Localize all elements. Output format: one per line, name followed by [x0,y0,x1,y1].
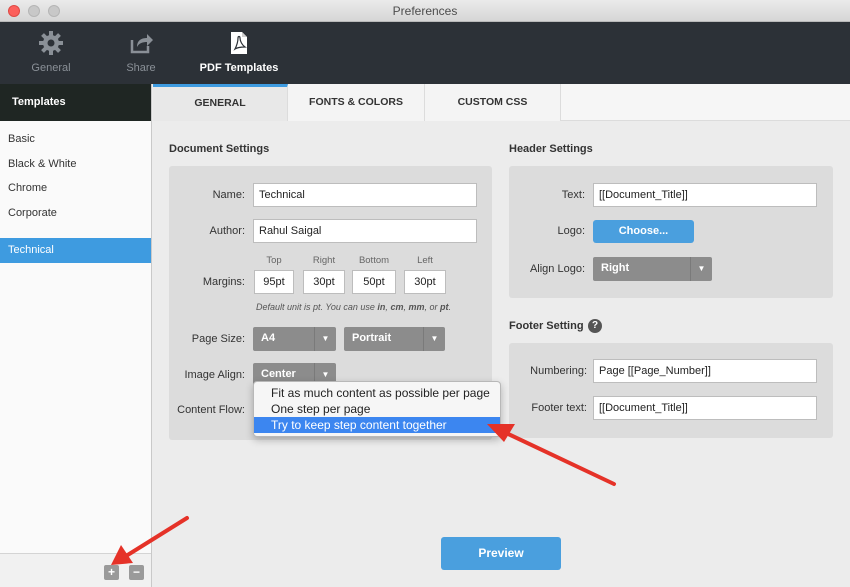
toolbar-share-label: Share [126,62,156,74]
sidebar-footer: + − [0,553,151,587]
content-flow-label: Content Flow: [177,404,245,416]
margin-bottom-field[interactable]: 50pt [352,270,396,294]
orientation-select[interactable]: Portrait ▼ [344,327,445,351]
orientation-value: Portrait [352,332,392,344]
page-size-select[interactable]: A4 ▼ [253,327,336,351]
chevron-down-icon: ▼ [423,327,445,351]
margin-right-field[interactable]: 30pt [303,270,345,294]
content-flow-option-keep-together[interactable]: Try to keep step content together [254,417,500,433]
content-flow-option-one-step[interactable]: One step per page [254,401,500,417]
templates-list: Basic Black & White Chrome Corporate Tec… [0,121,151,263]
margin-right-label: Right [312,255,336,266]
help-icon[interactable]: ? [588,319,602,333]
share-icon [96,30,186,56]
align-logo-value: Right [601,262,630,274]
sidebar-item-basic[interactable]: Basic [0,127,151,152]
preview-button[interactable]: Preview [441,537,561,570]
tab-general[interactable]: GENERAL [153,84,288,121]
content-flow-dropdown: Fit as much content as possible per page… [253,381,501,437]
toolbar-pdf-templates-label: PDF Templates [199,62,279,74]
sidebar-item-black-white[interactable]: Black & White [0,152,151,177]
preferences-toolbar: General Share PDF Templates [0,22,850,84]
toolbar-share[interactable]: Share [96,30,186,74]
align-logo-label: Align Logo: [529,263,585,275]
margin-bottom-label: Bottom [358,255,390,266]
image-align-value: Center [261,368,296,380]
footer-text-label: Footer text: [531,402,587,414]
document-settings-title: Document Settings [169,143,270,155]
templates-sidebar: Templates Basic Black & White Chrome Cor… [0,84,152,587]
footer-settings-panel [509,343,833,438]
name-label: Name: [212,189,245,201]
align-logo-select[interactable]: Right ▼ [593,257,712,281]
sidebar-item-corporate[interactable]: Corporate [0,201,151,226]
footer-text-field[interactable]: [[Document_Title]] [593,396,817,420]
margin-left-label: Left [417,255,433,266]
margin-top-field[interactable]: 95pt [254,270,294,294]
choose-logo-button[interactable]: Choose... [593,220,694,243]
add-template-button[interactable]: + [104,565,119,580]
margin-top-label: Top [266,255,282,266]
title-bar: Preferences [0,0,850,22]
name-field[interactable]: Technical [253,183,477,207]
toolbar-pdf-templates[interactable]: PDF Templates [194,30,284,74]
numbering-field[interactable]: Page [[Page_Number]] [593,359,817,383]
settings-tabs: GENERAL FONTS & COLORS CUSTOM CSS [153,84,850,121]
header-text-label: Text: [561,189,585,201]
pdf-icon [194,30,284,56]
chevron-down-icon: ▼ [690,257,712,281]
margins-hint: Default unit is pt. You can use in, cm, … [256,302,452,312]
gear-icon [6,30,96,56]
footer-setting-title: Footer Setting [509,320,584,332]
chevron-down-icon: ▼ [314,327,336,351]
page-size-value: A4 [261,332,276,344]
sidebar-item-technical[interactable]: Technical [0,238,151,263]
image-align-label: Image Align: [184,369,245,381]
tab-custom-css[interactable]: CUSTOM CSS [425,84,561,121]
sidebar-header: Templates [0,84,151,121]
header-text-field[interactable]: [[Document_Title]] [593,183,817,207]
toolbar-general[interactable]: General [6,30,96,74]
header-settings-title: Header Settings [509,143,593,155]
logo-label: Logo: [557,225,585,237]
author-label: Author: [209,225,245,237]
toolbar-general-label: General [31,62,71,74]
numbering-label: Numbering: [530,365,587,377]
page-size-label: Page Size: [191,333,245,345]
author-field[interactable]: Rahul Saigal [253,219,477,243]
margin-left-field[interactable]: 30pt [404,270,446,294]
remove-template-button[interactable]: − [129,565,144,580]
window-title: Preferences [392,4,458,18]
tab-fonts-colors[interactable]: FONTS & COLORS [288,84,425,121]
margins-label: Margins: [202,276,245,288]
content-flow-option-fit[interactable]: Fit as much content as possible per page [254,385,500,401]
sidebar-item-chrome[interactable]: Chrome [0,176,151,201]
